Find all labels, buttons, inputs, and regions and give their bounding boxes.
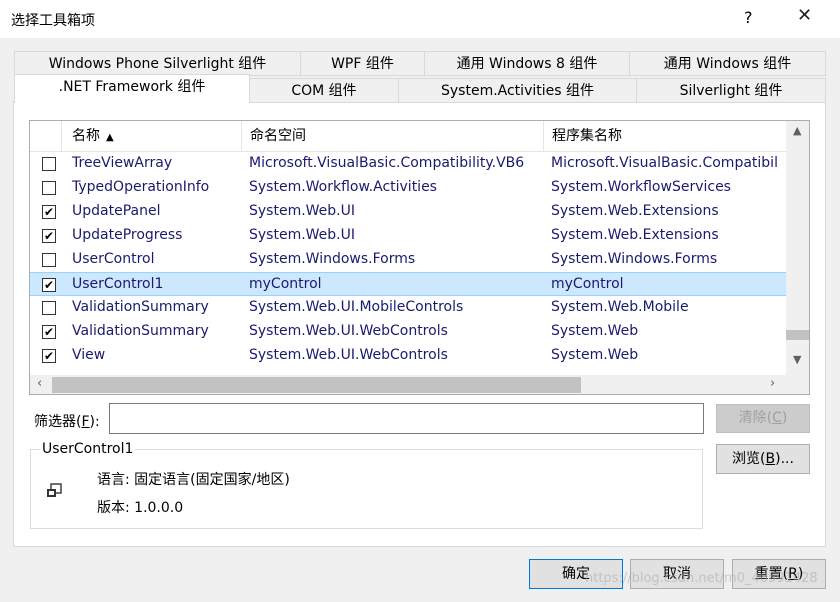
row-checkbox[interactable] <box>42 253 56 267</box>
row-assembly: System.Web <box>551 347 639 363</box>
tab-dotnet-framework[interactable]: .NET Framework 组件 <box>14 74 250 103</box>
tab-universal-windows[interactable]: 通用 Windows 组件 <box>629 51 826 76</box>
tab-com[interactable]: COM 组件 <box>249 78 399 103</box>
tab-windows-phone-silverlight[interactable]: Windows Phone Silverlight 组件 <box>14 51 301 76</box>
header-name[interactable]: 名称 ▲ <box>64 121 242 152</box>
info-version: 版本: 1.0.0.0 <box>97 500 184 516</box>
horizontal-scroll-thumb[interactable] <box>52 377 581 393</box>
browse-label-prefix: 浏览( <box>732 451 766 467</box>
row-assembly: System.Web <box>551 323 639 339</box>
row-namespace: System.Web.UI.WebControls <box>249 347 448 363</box>
row-namespace: System.Web.UI.MobileControls <box>249 299 464 315</box>
browse-button[interactable]: 浏览(B)... <box>716 444 810 474</box>
row-name: ValidationSummary <box>72 323 209 339</box>
watermark: https://blog.csdn.net/m0_46591428 <box>585 571 818 586</box>
title-bar: 选择工具箱项 ? ✕ <box>0 0 840 38</box>
vertical-scrollbar[interactable]: ▲ ▼ <box>786 121 809 375</box>
row-namespace: System.Web.UI.WebControls <box>249 323 448 339</box>
table-row[interactable]: ✔ ValidationSummary System.Web.UI.WebCon… <box>30 320 786 344</box>
row-name: ValidationSummary <box>72 299 209 315</box>
row-assembly: System.Web.Extensions <box>551 227 719 243</box>
row-namespace: System.Web.UI <box>249 203 356 219</box>
table-row[interactable]: ValidationSummary System.Web.UI.MobileCo… <box>30 296 786 320</box>
row-assembly: System.Web.Extensions <box>551 203 719 219</box>
header-namespace-label: 命名空间 <box>250 128 306 144</box>
component-list[interactable]: 名称 ▲ 命名空间 程序集名称 TreeViewArray Microsoft.V… <box>29 120 810 395</box>
table-row[interactable]: TreeViewArray Microsoft.VisualBasic.Comp… <box>30 152 786 176</box>
info-title: UserControl1 <box>40 441 136 457</box>
header-namespace[interactable]: 命名空间 <box>242 121 544 152</box>
row-name: UserControl1 <box>72 276 164 292</box>
row-assembly: myControl <box>551 276 624 292</box>
sort-ascending-icon: ▲ <box>106 132 114 143</box>
filter-label-suffix: ): <box>89 414 100 430</box>
row-name: UserControl <box>72 251 155 267</box>
scroll-up-icon[interactable]: ▲ <box>793 124 801 137</box>
tab-system-activities[interactable]: System.Activities 组件 <box>398 78 637 103</box>
row-checkbox[interactable]: ✔ <box>42 278 56 292</box>
row-name: View <box>72 347 106 363</box>
table-row[interactable]: ✔ UpdatePanel System.Web.UI System.Web.E… <box>30 200 786 224</box>
row-checkbox[interactable]: ✔ <box>42 205 56 219</box>
tab-silverlight[interactable]: Silverlight 组件 <box>636 78 826 103</box>
component-info-panel <box>30 449 703 529</box>
row-checkbox[interactable]: ✔ <box>42 325 56 339</box>
scroll-down-icon[interactable]: ▼ <box>793 353 801 366</box>
clear-label-key: C <box>772 410 782 426</box>
row-checkbox[interactable] <box>42 157 56 171</box>
clear-label-prefix: 清除( <box>738 410 773 426</box>
row-assembly: System.Windows.Forms <box>551 251 718 267</box>
horizontal-scrollbar[interactable]: ‹ › <box>30 375 809 394</box>
row-assembly: System.Web.Mobile <box>551 299 689 315</box>
table-row-selected[interactable]: ✔ UserControl1 myControl myControl <box>30 272 786 296</box>
table-row[interactable]: UserControl System.Windows.Forms System.… <box>30 248 786 272</box>
list-header: 名称 ▲ 命名空间 程序集名称 <box>30 121 786 152</box>
filter-label: 筛选器(F): <box>34 411 100 431</box>
usercontrol-icon <box>47 483 62 497</box>
browse-label-key: B <box>765 451 776 467</box>
row-checkbox[interactable]: ✔ <box>42 349 56 363</box>
table-row[interactable]: ✔ UpdateProgress System.Web.UI System.We… <box>30 224 786 248</box>
window-title: 选择工具箱项 <box>11 13 95 29</box>
row-name: TypedOperationInfo <box>72 179 210 195</box>
row-namespace: Microsoft.VisualBasic.Compatibility.VB6 <box>249 155 525 171</box>
row-checkbox[interactable]: ✔ <box>42 229 56 243</box>
browse-label-suffix: )... <box>775 451 794 467</box>
scroll-right-icon[interactable]: › <box>770 376 775 391</box>
clear-label-suffix: ) <box>781 410 788 426</box>
help-button[interactable]: ? <box>744 8 753 27</box>
tab-wpf[interactable]: WPF 组件 <box>300 51 425 76</box>
header-checkbox-column <box>30 121 62 152</box>
table-row[interactable]: TypedOperationInfo System.Workflow.Activ… <box>30 176 786 200</box>
tab-universal-windows-8[interactable]: 通用 Windows 8 组件 <box>424 51 630 76</box>
clear-button[interactable]: 清除(C) <box>716 404 810 433</box>
row-assembly: System.WorkflowServices <box>551 179 731 195</box>
row-namespace: System.Web.UI <box>249 227 356 243</box>
header-name-label: 名称 <box>72 128 100 144</box>
row-assembly: Microsoft.VisualBasic.Compatibil <box>551 155 778 171</box>
row-namespace: System.Workflow.Activities <box>249 179 437 195</box>
row-name: UpdateProgress <box>72 227 183 243</box>
info-language: 语言: 固定语言(固定国家/地区) <box>97 472 290 488</box>
filter-label-prefix: 筛选器( <box>34 414 82 430</box>
row-name: TreeViewArray <box>72 155 173 171</box>
row-checkbox[interactable] <box>42 181 56 195</box>
row-name: UpdatePanel <box>72 203 161 219</box>
row-namespace: System.Windows.Forms <box>249 251 416 267</box>
table-row[interactable]: ✔ View System.Web.UI.WebControls System.… <box>30 344 786 368</box>
row-checkbox[interactable] <box>42 301 56 315</box>
header-assembly[interactable]: 程序集名称 <box>544 121 786 152</box>
row-namespace: myControl <box>249 276 322 292</box>
header-assembly-label: 程序集名称 <box>552 128 622 144</box>
filter-label-key: F <box>81 414 90 430</box>
close-button[interactable]: ✕ <box>797 5 812 26</box>
scroll-left-icon[interactable]: ‹ <box>37 376 42 391</box>
vertical-scroll-thumb[interactable] <box>786 330 809 340</box>
filter-input[interactable] <box>109 403 704 434</box>
